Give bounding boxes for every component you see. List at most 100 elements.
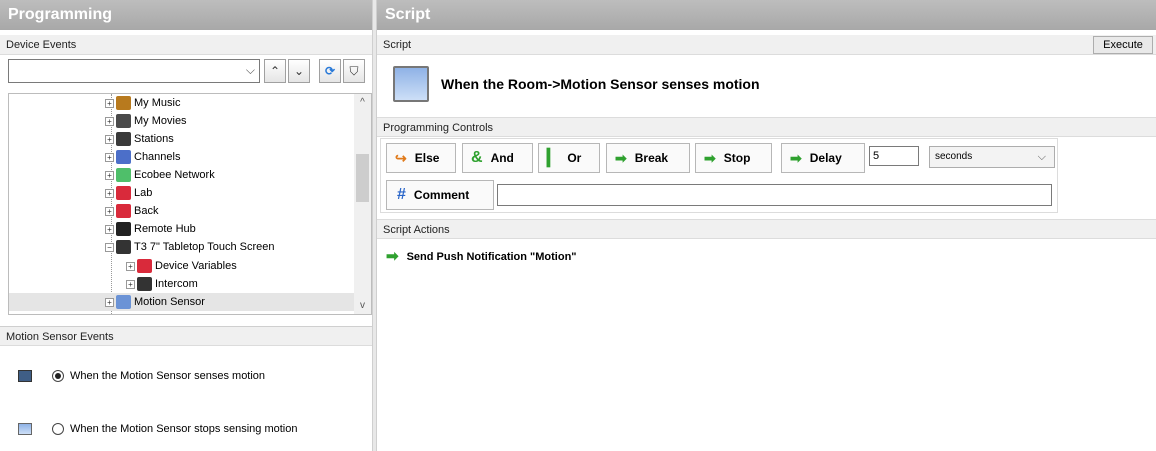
delay-value-input[interactable]: 5 xyxy=(869,146,919,166)
expander-icon[interactable]: − xyxy=(105,242,114,252)
else-icon: ↪ xyxy=(395,149,407,166)
expander-icon[interactable]: + xyxy=(105,297,114,307)
control4-icon xyxy=(137,259,152,273)
event-radio[interactable] xyxy=(52,423,64,435)
tree-item[interactable]: + Motion Sensor xyxy=(9,293,359,311)
comment-label: Comment xyxy=(413,188,470,202)
tree-item-label: Channels xyxy=(134,151,181,163)
event-label: When the Motion Sensor senses motion xyxy=(70,370,266,382)
tree-item-label: T3 7" Tabletop Touch Screen xyxy=(134,241,275,253)
else-button[interactable]: ↪ Else xyxy=(386,143,456,173)
script-event-title: When the Room->Motion Sensor senses moti… xyxy=(393,66,760,102)
tree-item[interactable]: + Stations xyxy=(105,130,174,148)
control4-icon xyxy=(116,186,131,200)
hash-icon: # xyxy=(397,186,406,203)
script-title-text: When the Room->Motion Sensor senses moti… xyxy=(441,76,760,92)
stop-button[interactable]: ➡ Stop xyxy=(695,143,772,173)
and-label: And xyxy=(490,151,514,165)
intercom-icon xyxy=(137,277,152,291)
expander-icon[interactable]: + xyxy=(105,224,114,234)
refresh-icon: ⟳ xyxy=(324,64,336,78)
tree-item[interactable]: + Remote Hub xyxy=(105,220,196,238)
script-action-item[interactable]: ➡ Send Push Notification "Motion" xyxy=(386,249,577,264)
else-label: Else xyxy=(414,151,440,165)
and-button[interactable]: & And xyxy=(462,143,533,173)
tree-item-label: Device Variables xyxy=(155,260,237,272)
tree-item[interactable]: + Ecobee Network xyxy=(105,166,215,184)
execute-button[interactable]: Execute xyxy=(1093,36,1153,54)
expander-icon[interactable]: + xyxy=(105,116,114,126)
script-title-bar: Script xyxy=(377,0,1156,30)
expander-icon[interactable]: + xyxy=(105,134,114,144)
script-actions-label: Script Actions xyxy=(377,219,1156,239)
programming-title: Programming xyxy=(0,0,372,30)
tree-item-label: Back xyxy=(134,205,159,217)
green-arrow-icon: ➡ xyxy=(704,150,716,166)
tree-scrollbar[interactable]: ^ v xyxy=(354,94,371,314)
scroll-thumb[interactable] xyxy=(356,154,369,202)
scroll-up-icon[interactable]: ^ xyxy=(354,97,371,108)
channels-icon xyxy=(116,150,131,164)
expander-icon[interactable]: + xyxy=(126,261,135,271)
expander-icon[interactable]: + xyxy=(105,188,114,198)
tree-item-label: Intercom xyxy=(155,278,198,290)
device-search-combo[interactable]: ⌵ xyxy=(8,59,260,83)
or-label: Or xyxy=(567,151,582,165)
break-label: Break xyxy=(634,151,669,165)
movies-icon xyxy=(116,114,131,128)
scroll-down-icon[interactable]: v xyxy=(354,300,371,311)
device-tree[interactable]: + My Music + My Movies + Stations + Channels + Ec… xyxy=(8,93,372,315)
device-search-row: ⌵ ⌃ ⌄ ⟳ ⛉ xyxy=(8,57,371,87)
comment-button[interactable]: # Comment xyxy=(386,180,494,210)
tree-item-label: Ecobee Network xyxy=(134,169,215,181)
expander-icon[interactable]: + xyxy=(105,206,114,216)
tree-item[interactable]: + Intercom xyxy=(126,275,198,293)
tree-item[interactable]: + Back xyxy=(105,202,158,220)
tree-item-label: Motion Sensor xyxy=(134,296,205,308)
pipe-icon: ▎ xyxy=(547,150,560,167)
event-label: When the Motion Sensor stops sensing mot… xyxy=(70,423,298,435)
device-events-label: Device Events xyxy=(0,35,372,55)
tree-item[interactable]: + Lab xyxy=(105,184,152,202)
event-senses-motion[interactable]: When the Motion Sensor senses motion xyxy=(18,370,265,382)
tree-item-label: My Movies xyxy=(134,115,187,127)
event-stops-sensing[interactable]: When the Motion Sensor stops sensing mot… xyxy=(18,423,297,435)
delay-button[interactable]: ➡ Delay xyxy=(781,143,865,173)
motion-sensor-events-label: Motion Sensor Events xyxy=(0,326,372,346)
tree-item-label: Remote Hub xyxy=(134,223,196,235)
tree-item[interactable]: + Channels xyxy=(105,148,180,166)
control4-icon xyxy=(116,204,131,218)
motion-person-icon xyxy=(18,370,32,382)
break-button[interactable]: ➡ Break xyxy=(606,143,690,173)
filter-button[interactable]: ⛉ xyxy=(343,59,365,83)
delay-unit-value: seconds xyxy=(935,151,973,162)
refresh-button[interactable]: ⟳ xyxy=(319,59,341,83)
motion-sensor-icon xyxy=(116,295,131,309)
event-radio[interactable] xyxy=(52,370,64,382)
chevron-down-icon[interactable]: ⌵ xyxy=(246,63,255,78)
music-icon xyxy=(116,96,131,110)
delay-unit-select[interactable]: seconds ⌵ xyxy=(929,146,1055,168)
expander-icon[interactable]: + xyxy=(126,279,135,289)
tree-item[interactable]: − T3 7" Tabletop Touch Screen xyxy=(105,238,274,256)
motion-sensor-icon xyxy=(393,66,429,102)
green-arrow-icon: ➡ xyxy=(790,150,802,166)
tree-item-label: Lab xyxy=(134,187,153,199)
green-arrow-icon: ➡ xyxy=(615,150,627,166)
move-down-button[interactable]: ⌄ xyxy=(288,59,310,83)
expander-icon[interactable]: + xyxy=(105,152,114,162)
or-button[interactable]: ▎ Or xyxy=(538,143,600,173)
stop-label: Stop xyxy=(723,151,751,165)
programming-controls-label: Programming Controls xyxy=(377,117,1156,137)
expander-icon[interactable]: + xyxy=(105,170,114,180)
chevron-down-icon: ⌵ xyxy=(1037,151,1046,163)
expander-icon[interactable]: + xyxy=(105,98,114,108)
tree-item-label: Stations xyxy=(134,133,174,145)
tree-item[interactable]: + My Music xyxy=(105,94,180,112)
comment-input[interactable] xyxy=(497,184,1052,206)
script-label: Script xyxy=(377,35,1156,55)
tree-item[interactable]: + Device Variables xyxy=(126,257,237,275)
touch-screen-icon xyxy=(116,240,131,254)
move-up-button[interactable]: ⌃ xyxy=(264,59,286,83)
tree-item[interactable]: + My Movies xyxy=(105,112,187,130)
